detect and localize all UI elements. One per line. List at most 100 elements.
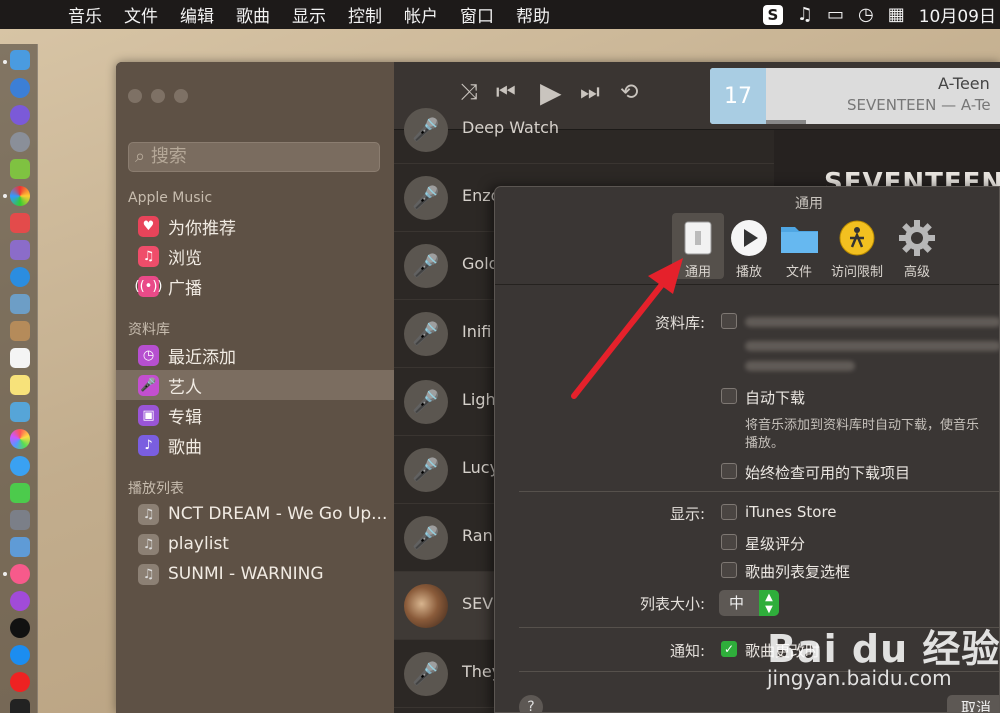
auto-download-checkbox[interactable] xyxy=(721,388,737,404)
menu-clock[interactable]: 10月09日 xyxy=(919,2,996,27)
sidebar-item-label: 广播 xyxy=(168,278,202,299)
artist-name: Rani xyxy=(462,526,498,545)
star-rating-checkbox[interactable] xyxy=(721,534,737,550)
show-label: 显示: xyxy=(669,505,705,523)
airplay-icon[interactable]: ▭ xyxy=(827,4,844,25)
sidebar-item-playlist[interactable]: ♫ NCT DREAM - We Go Up... xyxy=(116,499,394,529)
app-store-icon[interactable] xyxy=(10,645,30,665)
chrome-icon[interactable] xyxy=(10,186,30,206)
preview-icon[interactable] xyxy=(10,294,30,314)
library-checkbox[interactable] xyxy=(721,313,737,329)
sidebar-item-browse[interactable]: ♫ 浏览 xyxy=(116,241,394,271)
artist-name: SEV xyxy=(462,594,494,613)
microphone-icon: 🎤 xyxy=(138,374,159,396)
menu-file[interactable]: 文件 xyxy=(124,2,170,27)
running-indicator xyxy=(3,572,7,576)
app-icon[interactable] xyxy=(10,240,30,260)
music-note-icon: ♫ xyxy=(138,245,159,267)
tab-playback[interactable]: 播放 xyxy=(723,213,775,280)
chevron-updown-icon: ▲ ▼ xyxy=(759,590,779,616)
maps-icon[interactable] xyxy=(10,402,30,422)
cancel-button[interactable]: 取消 xyxy=(947,695,999,712)
check-downloads-label: 始终检查可用的下载项目 xyxy=(745,464,911,482)
notify-song-change-label: 歌曲更改时 xyxy=(745,642,821,660)
menu-bar: 音乐 文件 编辑 歌曲 显示 控制 帐户 窗口 帮助 S ♫ ▭ ◷ ▦ 10月… xyxy=(0,0,1000,29)
library-label: 资料库: xyxy=(654,314,705,332)
help-button[interactable]: ? xyxy=(519,695,543,712)
minimize-button[interactable] xyxy=(151,89,165,103)
terminal-icon[interactable] xyxy=(10,699,30,713)
sogou-input-icon[interactable]: S xyxy=(762,4,783,25)
tab-advanced[interactable]: 高级 xyxy=(891,213,943,280)
microphone-icon: 🎤 xyxy=(404,312,448,356)
vivaldi-icon[interactable] xyxy=(10,672,30,692)
notify-checkbox[interactable]: ✓ xyxy=(721,641,737,657)
tab-files[interactable]: 文件 xyxy=(773,213,825,280)
menu-music[interactable]: 音乐 xyxy=(68,2,114,27)
sidebar-item-label: 最近添加 xyxy=(168,347,236,368)
sidebar-item-for-you[interactable]: ♥ 为你推荐 xyxy=(116,211,394,241)
tab-label: 文件 xyxy=(785,265,812,280)
sidebar-item-recently-added[interactable]: ◷ 最近添加 xyxy=(116,340,394,370)
music-note-icon: ♪ xyxy=(138,434,159,456)
time-machine-icon[interactable]: ◷ xyxy=(858,4,874,25)
app-icon[interactable] xyxy=(10,213,30,233)
list-size-select[interactable]: 中 ▲ ▼ xyxy=(719,590,779,616)
search-field[interactable]: ⌕ 搜索 xyxy=(128,142,380,172)
menu-view[interactable]: 显示 xyxy=(292,2,338,27)
redacted-text xyxy=(745,341,999,351)
sidebar-item-radio[interactable]: ((•)) 广播 xyxy=(116,271,394,301)
messages-icon[interactable] xyxy=(10,456,30,476)
menu-window[interactable]: 窗口 xyxy=(460,2,506,27)
zoom-button[interactable] xyxy=(174,89,188,103)
check-downloads-checkbox[interactable] xyxy=(721,463,737,479)
calendar-app-icon[interactable] xyxy=(10,348,30,368)
menu-account[interactable]: 帐户 xyxy=(404,2,450,27)
sidebar-item-albums[interactable]: ▣ 专辑 xyxy=(116,400,394,430)
itunes-store-checkbox[interactable] xyxy=(721,504,737,520)
microphone-icon: 🎤 xyxy=(404,244,448,288)
section-apple-music: Apple Music xyxy=(128,190,213,206)
siri-icon[interactable] xyxy=(10,105,30,125)
star-rating-label: 星级评分 xyxy=(745,535,806,553)
sidebar-item-songs[interactable]: ♪ 歌曲 xyxy=(116,430,394,460)
finder-icon[interactable] xyxy=(10,50,30,70)
list-item[interactable]: 🎤 Deep Watch xyxy=(394,96,774,164)
song-checkbox-checkbox[interactable] xyxy=(721,562,737,578)
tab-general[interactable]: 通用 xyxy=(672,213,724,280)
safari-icon[interactable] xyxy=(10,267,30,287)
rocket-icon[interactable] xyxy=(10,132,30,152)
menu-help[interactable]: 帮助 xyxy=(516,2,562,27)
tab-restrictions[interactable]: 访问限制 xyxy=(827,213,887,280)
microphone-icon: 🎤 xyxy=(404,448,448,492)
sidebar-item-label: 为你推荐 xyxy=(168,218,236,239)
close-button[interactable] xyxy=(128,89,142,103)
photos-icon[interactable] xyxy=(10,429,30,449)
calendar-icon[interactable]: ▦ xyxy=(888,4,905,25)
running-indicator xyxy=(3,60,7,64)
launchpad-icon[interactable] xyxy=(10,78,30,98)
toolbar-divider xyxy=(495,284,999,285)
playlist-icon: ♫ xyxy=(138,503,159,525)
list-size-value: 中 xyxy=(729,594,745,612)
facetime-icon[interactable] xyxy=(10,483,30,503)
tv-icon[interactable] xyxy=(10,618,30,638)
notes-icon[interactable] xyxy=(10,375,30,395)
menu-song[interactable]: 歌曲 xyxy=(236,2,282,27)
menu-controls[interactable]: 控制 xyxy=(348,2,394,27)
sidebar-item-playlist[interactable]: ♫ playlist xyxy=(116,529,394,559)
android-icon[interactable] xyxy=(10,159,30,179)
keynote-icon[interactable] xyxy=(10,537,30,557)
itunes-icon[interactable] xyxy=(10,564,30,584)
podcasts-icon[interactable] xyxy=(10,591,30,611)
contacts-icon[interactable] xyxy=(10,321,30,341)
section-playlists: 播放列表 xyxy=(128,481,184,497)
tab-label: 访问限制 xyxy=(830,265,883,280)
system-preferences-icon[interactable] xyxy=(10,510,30,530)
artist-name: Deep Watch xyxy=(462,118,560,137)
auto-download-label: 自动下载 xyxy=(745,389,806,407)
sidebar-item-playlist[interactable]: ♫ SUNMI - WARNING xyxy=(116,559,394,589)
music-status-icon[interactable]: ♫ xyxy=(797,4,813,25)
sidebar-item-artists[interactable]: 🎤 艺人 xyxy=(116,370,394,400)
menu-edit[interactable]: 编辑 xyxy=(180,2,226,27)
